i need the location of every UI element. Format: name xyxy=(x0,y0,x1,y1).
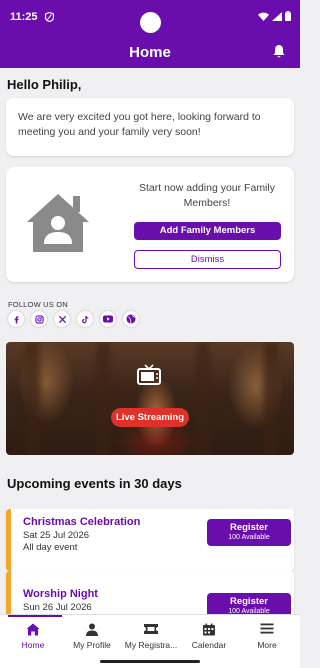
shield-icon xyxy=(45,12,54,22)
signal-icon xyxy=(272,11,282,21)
status-time: 11:25 xyxy=(10,11,38,23)
event-name: Worship Night xyxy=(23,588,98,600)
family-card: Start now adding your Family Members! Ad… xyxy=(6,167,294,282)
event-name: Christmas Celebration xyxy=(23,516,141,528)
event-date: Sun 26 Jul 2026 xyxy=(23,602,92,613)
banner-blur-shape xyxy=(26,342,40,455)
tiktok-icon[interactable] xyxy=(77,311,93,327)
banner-blur-shape xyxy=(196,342,210,455)
live-stream-banner[interactable]: Live Streaming xyxy=(6,342,294,455)
bell-icon[interactable] xyxy=(272,44,286,59)
nav-label: My Registra... xyxy=(124,640,178,650)
follow-us-label: FOLLOW US ON xyxy=(8,300,68,309)
upcoming-events-heading: Upcoming events in 30 days xyxy=(7,476,182,491)
app-bar: 11:25 Home xyxy=(0,0,300,68)
status-icons xyxy=(258,11,291,21)
menu-icon xyxy=(260,623,274,634)
wifi-icon xyxy=(258,12,269,21)
banner-blur-shape xyxy=(96,342,110,455)
youtube-icon[interactable] xyxy=(100,311,116,327)
globe-icon[interactable] xyxy=(123,311,139,327)
nav-label: My Profile xyxy=(73,640,111,650)
event-time: All day event xyxy=(23,542,78,553)
family-prompt: Start now adding your Family Members! xyxy=(139,182,275,209)
calendar-icon xyxy=(203,623,216,636)
tv-icon xyxy=(137,364,161,386)
nav-my-profile[interactable]: My Profile xyxy=(62,615,122,655)
gesture-bar xyxy=(100,660,200,663)
instagram-icon[interactable] xyxy=(31,311,47,327)
nav-my-registrations[interactable]: My Registra... xyxy=(120,615,182,655)
ticket-icon xyxy=(144,623,159,635)
welcome-message: We are very excited you got here, lookin… xyxy=(18,111,261,138)
banner-blur-shape xyxy=(264,342,278,455)
house-person-icon xyxy=(25,192,91,254)
event-card[interactable]: Christmas Celebration Sat 25 Jul 2026 Al… xyxy=(6,509,294,571)
event-date: Sat 25 Jul 2026 xyxy=(23,530,90,541)
register-button[interactable]: Register 100 Available xyxy=(207,519,291,546)
camera-cutout xyxy=(140,12,161,33)
welcome-card: We are very excited you got here, lookin… xyxy=(6,98,294,156)
nav-more[interactable]: More xyxy=(242,615,292,655)
register-label: Register xyxy=(229,522,268,533)
nav-home[interactable]: Home xyxy=(8,615,58,655)
nav-label: Home xyxy=(21,640,45,650)
register-label: Register xyxy=(229,596,268,607)
nav-calendar[interactable]: Calendar xyxy=(184,615,234,655)
x-icon[interactable] xyxy=(54,311,70,327)
availability-label: 100 Available xyxy=(228,534,270,541)
person-icon xyxy=(86,623,98,636)
nav-label: Calendar xyxy=(191,640,227,650)
nav-label: More xyxy=(257,640,277,650)
live-streaming-badge[interactable]: Live Streaming xyxy=(111,408,189,427)
facebook-icon[interactable] xyxy=(8,311,24,327)
social-links xyxy=(8,311,139,327)
battery-icon xyxy=(285,11,291,21)
dismiss-button[interactable]: Dismiss xyxy=(134,250,281,269)
add-family-members-button[interactable]: Add Family Members xyxy=(134,222,281,240)
home-icon xyxy=(26,623,40,636)
page-title: Home xyxy=(129,44,171,61)
greeting: Hello Philip, xyxy=(7,77,82,92)
